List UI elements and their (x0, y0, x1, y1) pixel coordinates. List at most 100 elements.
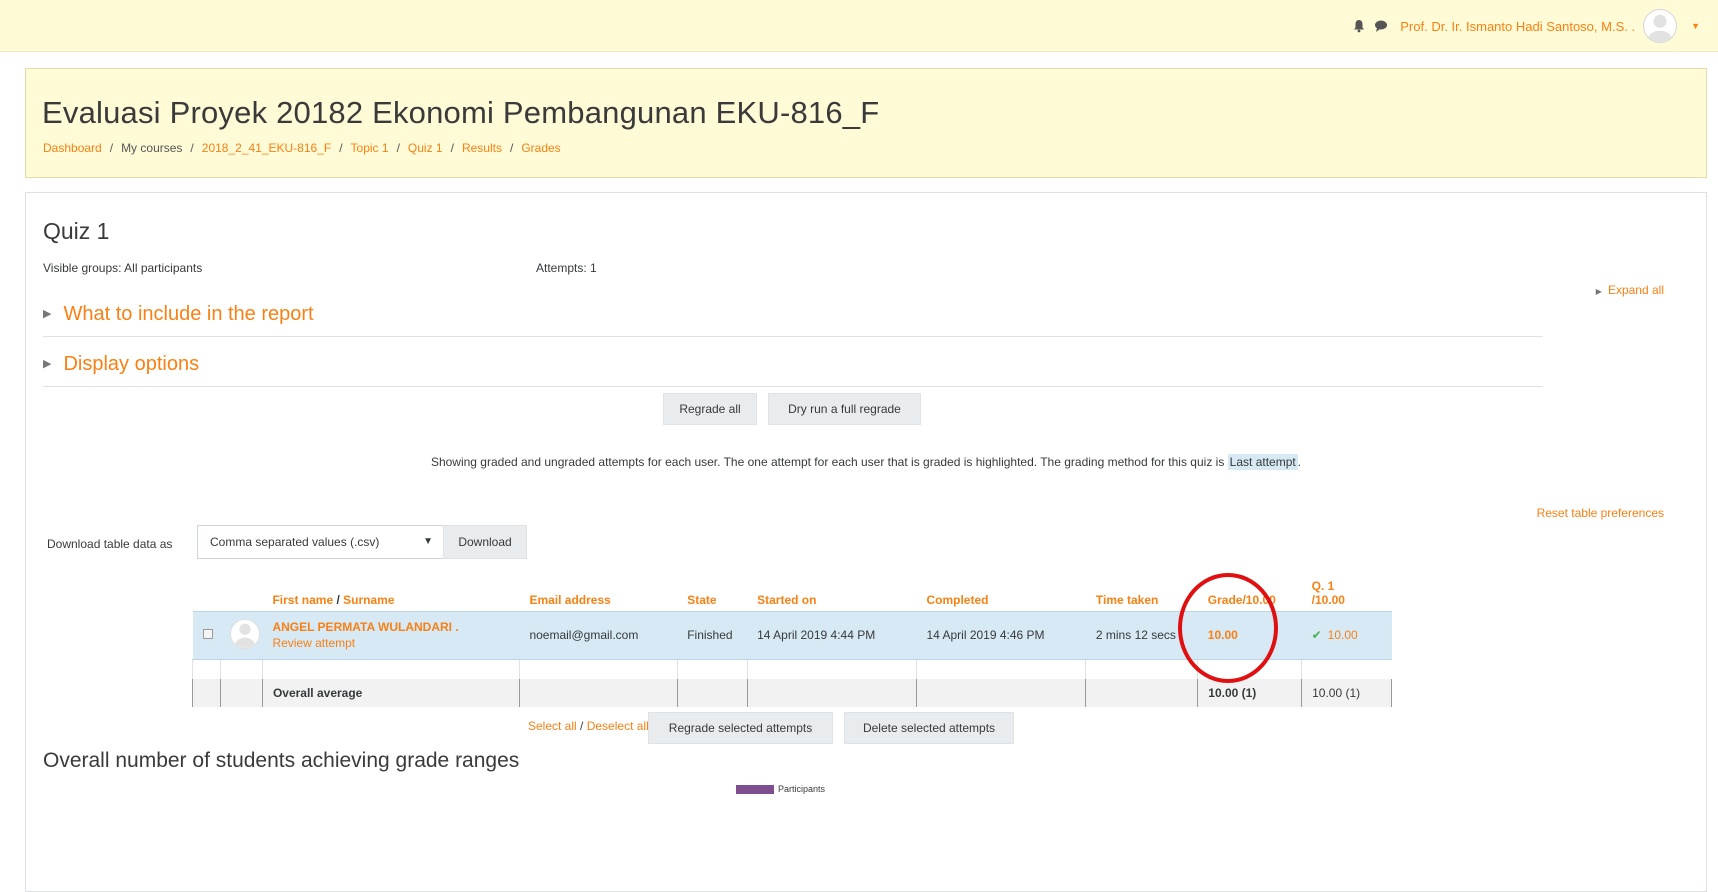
grading-info-body: Showing graded and ungraded attempts for… (430, 455, 1225, 469)
chevron-down-icon: ▼ (423, 536, 433, 547)
row-checkbox-cell (192, 610, 221, 660)
user-name[interactable]: Prof. Dr. Ir. Ismanto Hadi Santoso, M.S.… (1400, 19, 1635, 34)
header-time-taken[interactable]: Time taken (1086, 563, 1198, 611)
header-completed[interactable]: Completed (916, 563, 1085, 611)
download-button[interactable]: Download (443, 525, 527, 559)
header-state-label: State (687, 592, 717, 607)
spacer-cell (915, 659, 1086, 679)
breadcrumb-grades[interactable]: Grades (521, 141, 560, 155)
breadcrumb-results[interactable]: Results (462, 141, 502, 155)
row-checkbox[interactable] (202, 629, 213, 639)
grading-info-text: Showing graded and ungraded attempts for… (26, 454, 1706, 470)
table-row[interactable]: ANGEL PERMATA WULANDARI . Review attempt… (192, 610, 1392, 660)
spacer-cell (1301, 659, 1392, 679)
regrade-selected-button[interactable]: Regrade selected attempts (648, 712, 833, 744)
header-name: First name / Surname (262, 563, 519, 611)
spacer-cell (261, 659, 520, 679)
row-q1-cell: ✔ 10.00 (1301, 610, 1392, 660)
regrade-all-button[interactable]: Regrade all (663, 393, 757, 425)
page-header: Evaluasi Proyek 20182 Ekonomi Pembanguna… (25, 68, 1707, 178)
header-name-sep: / (333, 592, 344, 607)
row-completed: 14 April 2019 4:46 PM (916, 610, 1086, 660)
header-q1-line2: /10.00 (1311, 592, 1345, 607)
header-picture-col (220, 563, 262, 611)
expand-all-link[interactable]: ▶ Expand all (1596, 283, 1664, 297)
download-label: Download table data as (47, 537, 173, 551)
row-q1-link[interactable]: 10.00 (1328, 628, 1358, 642)
select-all-link[interactable]: Select all (528, 719, 577, 733)
row-state: Finished (677, 610, 748, 660)
spacer-cell (1085, 659, 1198, 679)
grade-ranges-title: Overall number of students achieving gra… (43, 749, 520, 772)
quiz-title: Quiz 1 (43, 218, 110, 244)
row-grade-cell: 10.00 (1197, 610, 1302, 660)
header-state[interactable]: State (677, 563, 747, 611)
spacer-cell (746, 659, 917, 679)
legend-label: Participants (778, 784, 826, 794)
sort-surname[interactable]: Surname (343, 593, 394, 607)
section-what-to-include-label: What to include in the report (63, 303, 314, 325)
avatar[interactable] (230, 619, 261, 649)
chart-legend: Participants (736, 784, 825, 794)
spacer-cell (518, 659, 678, 679)
header-grade[interactable]: Grade/10.00 (1198, 563, 1302, 611)
student-name-link[interactable]: ANGEL PERMATA WULANDARI . (272, 620, 519, 634)
select-links-separator: / (576, 719, 587, 733)
expand-all-label: Expand all (1607, 283, 1664, 297)
breadcrumb-separator: / (109, 141, 114, 155)
avatar[interactable] (1643, 9, 1678, 43)
spacer-cell (1197, 659, 1302, 679)
main-region: Quiz 1 Visible groups: All participants … (25, 192, 1707, 892)
header-time-taken-label: Time taken (1095, 592, 1159, 607)
avg-empty-cell (192, 679, 221, 707)
bell-icon[interactable] (1352, 19, 1366, 33)
grading-info-end: . (1297, 455, 1302, 469)
dry-run-regrade-button[interactable]: Dry run a full regrade (768, 393, 921, 425)
overall-average-label: Overall average (261, 679, 520, 707)
avg-empty-cell (518, 679, 678, 707)
table-spacer-row (192, 659, 1392, 679)
breadcrumb-my-courses: My courses (121, 141, 183, 155)
section-display-options[interactable]: ▶ Display options (43, 353, 1543, 387)
reset-table-preferences-link[interactable]: Reset table preferences (1537, 506, 1664, 520)
breadcrumb-topic[interactable]: Topic 1 (351, 141, 389, 155)
header-started[interactable]: Started on (747, 563, 916, 611)
review-attempt-link[interactable]: Review attempt (272, 636, 519, 650)
breadcrumb-quiz[interactable]: Quiz 1 (408, 141, 443, 155)
attempts-text: Attempts: 1 (536, 261, 597, 275)
header-q1[interactable]: Q. 1/10.00 (1302, 563, 1392, 611)
chevron-down-icon[interactable]: ▼ (1691, 21, 1700, 31)
section-what-to-include[interactable]: ▶ What to include in the report (43, 303, 1543, 337)
overall-average-grade: 10.00 (1) (1197, 679, 1303, 707)
spacer-cell (219, 659, 263, 679)
avg-empty-cell (1085, 679, 1199, 707)
user-menu[interactable]: Prof. Dr. Ir. Ismanto Hadi Santoso, M.S.… (1352, 9, 1700, 43)
header-q1-line1: Q. 1 (1311, 578, 1335, 593)
avg-empty-cell (915, 679, 1087, 707)
breadcrumb-separator: / (450, 141, 454, 155)
section-display-options-label: Display options (63, 353, 200, 375)
breadcrumb: Dashboard / My courses / 2018_2_41_EKU-8… (43, 141, 561, 155)
download-format-select[interactable]: Comma separated values (.csv) ▼ (197, 525, 444, 559)
check-icon: ✔ (1311, 628, 1322, 642)
caret-right-icon: ▶ (43, 308, 52, 320)
overall-average-q1: 10.00 (1) (1301, 679, 1392, 707)
avg-empty-cell (676, 679, 748, 707)
download-format-value: Comma separated values (.csv) (210, 535, 380, 549)
header-grade-label: Grade/10.00 (1207, 592, 1276, 607)
breadcrumb-dashboard[interactable]: Dashboard (43, 141, 102, 155)
deselect-all-link[interactable]: Deselect all (587, 719, 649, 733)
row-grade-link[interactable]: 10.00 (1208, 628, 1238, 642)
spacer-cell (676, 659, 748, 679)
breadcrumb-course[interactable]: 2018_2_41_EKU-816_F (202, 141, 331, 155)
caret-right-icon: ▶ (1595, 287, 1602, 296)
chat-icon[interactable] (1374, 19, 1388, 33)
visible-groups-text: Visible groups: All participants (43, 261, 203, 275)
breadcrumb-separator: / (339, 141, 343, 155)
row-time-taken: 2 mins 12 secs (1085, 610, 1198, 660)
grading-method-highlight: Last attempt (1227, 454, 1298, 470)
delete-selected-button[interactable]: Delete selected attempts (844, 712, 1014, 744)
row-name-cell: ANGEL PERMATA WULANDARI . Review attempt (262, 610, 520, 660)
header-email[interactable]: Email address (519, 563, 677, 611)
sort-first-name[interactable]: First name (272, 593, 333, 607)
